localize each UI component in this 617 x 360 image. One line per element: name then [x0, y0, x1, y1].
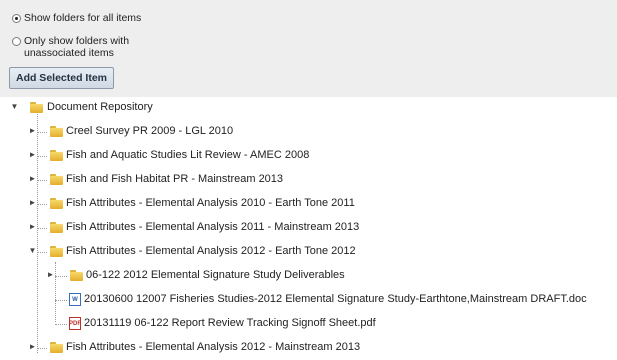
folder-icon — [50, 342, 63, 353]
radio-show-all-folders[interactable]: Show folders for all items — [12, 12, 141, 24]
folder-tree: ▼ Document Repository ► Creel Survey PR … — [0, 97, 617, 360]
collapsed-arrow-icon[interactable]: ► — [28, 150, 37, 159]
tree-node-label: 20131119 06-122 Report Review Tracking S… — [84, 317, 376, 329]
tree-node-label: 06-122 2012 Elemental Signature Study De… — [86, 269, 345, 281]
tree-node-label: Document Repository — [47, 101, 153, 113]
collapsed-arrow-icon[interactable]: ► — [28, 198, 37, 207]
tree-node-label: Fish and Aquatic Studies Lit Review - AM… — [66, 149, 310, 161]
radio-unassociated-label-line1: Only show folders with — [24, 35, 130, 47]
folder-icon — [50, 222, 63, 233]
tree-guide-line — [37, 114, 38, 353]
folder-icon — [70, 270, 83, 281]
folder-icon — [50, 174, 63, 185]
tree-node-label: Creel Survey PR 2009 - LGL 2010 — [66, 125, 234, 137]
collapsed-arrow-icon[interactable]: ► — [28, 222, 37, 231]
radio-show-all-label: Show folders for all items — [24, 12, 142, 24]
collapsed-arrow-icon[interactable]: ► — [46, 270, 55, 279]
tree-node-label: 20130600 12007 Fisheries Studies-2012 El… — [84, 293, 587, 305]
collapsed-arrow-icon[interactable]: ► — [28, 342, 37, 351]
collapsed-arrow-icon[interactable]: ► — [28, 126, 37, 135]
expanded-arrow-icon[interactable]: ▼ — [28, 246, 37, 255]
tree-node-label: Fish Attributes - Elemental Analysis 201… — [66, 197, 355, 209]
folder-icon — [50, 198, 63, 209]
options-panel: Show folders for all items Only show fol… — [0, 0, 617, 97]
tree-node-label: Fish Attributes - Elemental Analysis 201… — [66, 245, 356, 257]
add-selected-item-button[interactable]: Add Selected Item — [9, 67, 114, 89]
folder-icon — [50, 150, 63, 161]
radio-button-selected-icon[interactable] — [12, 14, 21, 23]
radio-unassociated-label: Only show folders with unassociated item… — [24, 35, 129, 59]
tree-node-label: Fish Attributes - Elemental Analysis 201… — [66, 221, 360, 233]
expanded-arrow-icon[interactable]: ▼ — [10, 102, 19, 111]
pdf-icon: PDF — [69, 317, 81, 330]
radio-unassociated-folders[interactable]: Only show folders with unassociated item… — [12, 35, 129, 59]
tree-node-label: Fish Attributes - Elemental Analysis 201… — [66, 341, 361, 353]
collapsed-arrow-icon[interactable]: ► — [28, 174, 37, 183]
tree-guide-line — [55, 262, 56, 322]
folder-icon — [30, 102, 43, 113]
radio-button-unselected-icon[interactable] — [12, 37, 21, 46]
word-doc-icon: W — [69, 293, 81, 306]
tree-node-label: Fish and Fish Habitat PR - Mainstream 20… — [66, 173, 284, 185]
folder-icon — [50, 126, 63, 137]
radio-unassociated-label-line2: unassociated items — [24, 47, 114, 59]
folder-icon — [50, 246, 63, 257]
